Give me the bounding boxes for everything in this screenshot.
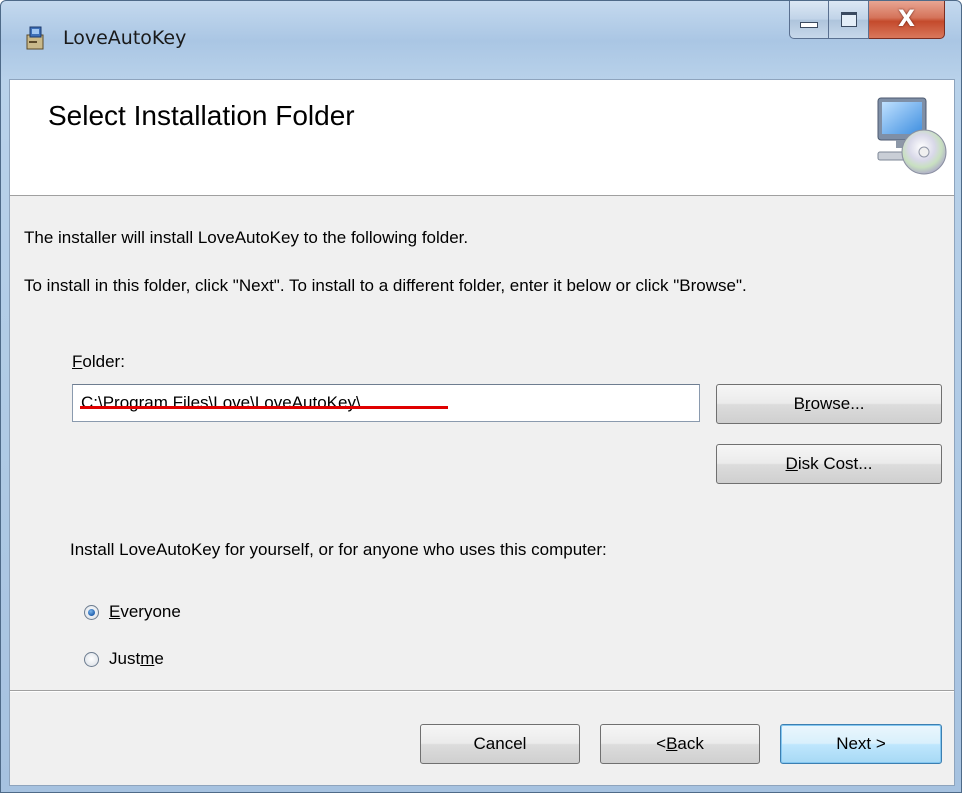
computer-cd-icon xyxy=(877,97,947,175)
radio-just-me-indicator[interactable] xyxy=(84,651,99,667)
redaction-strike xyxy=(80,406,448,409)
radio-just-me-accel: m xyxy=(140,649,155,668)
caption-buttons: X xyxy=(789,1,945,41)
dialog-client-area: Select Installation Folder The installer… xyxy=(9,79,955,786)
disk-cost-button[interactable]: Disk Cost... xyxy=(716,444,942,484)
footer-separator xyxy=(10,690,954,692)
folder-label-rest: older: xyxy=(82,352,125,371)
radio-everyone-indicator[interactable] xyxy=(84,604,99,620)
browse-label-post: owse... xyxy=(810,394,865,413)
installer-app-icon xyxy=(26,26,44,50)
back-label-post: ack xyxy=(677,734,704,753)
folder-label-accel: F xyxy=(72,352,83,371)
radio-everyone-label: veryone xyxy=(120,602,181,621)
installer-window: LoveAutoKey X Select Installation Folder xyxy=(0,0,962,793)
wizard-header: Select Installation Folder xyxy=(10,80,954,196)
browse-label-pre: B xyxy=(793,394,805,413)
browse-button[interactable]: Br owse... xyxy=(716,384,942,424)
folder-label: Folder: xyxy=(72,352,125,372)
radio-selected-dot xyxy=(88,608,95,616)
back-label-accel: B xyxy=(666,734,678,753)
maximize-button[interactable] xyxy=(829,1,869,39)
instructions-text: To install in this folder, click "Next".… xyxy=(24,276,747,295)
intro-text: The installer will install LoveAutoKey t… xyxy=(24,228,469,247)
radio-just-me-pre: Just xyxy=(109,649,141,668)
maximize-icon xyxy=(840,12,857,27)
minimize-icon xyxy=(800,21,818,28)
minimize-button[interactable] xyxy=(789,1,829,39)
title-bar[interactable]: LoveAutoKey X xyxy=(1,1,961,81)
close-button[interactable]: X xyxy=(869,1,945,39)
back-button[interactable]: < Back xyxy=(600,724,760,764)
radio-just-me[interactable]: Just me xyxy=(84,649,164,669)
window-title: LoveAutoKey xyxy=(63,27,187,49)
disk-cost-label-accel: D xyxy=(785,454,798,473)
radio-everyone-accel: E xyxy=(109,602,121,621)
close-icon: X xyxy=(898,7,915,32)
folder-path-input[interactable] xyxy=(72,384,700,422)
page-title: Select Installation Folder xyxy=(48,100,355,131)
cancel-button[interactable]: Cancel xyxy=(420,724,580,764)
radio-everyone[interactable]: Everyone xyxy=(84,602,181,622)
install-for-text: Install LoveAutoKey for yourself, or for… xyxy=(70,540,607,559)
radio-just-me-post: e xyxy=(154,649,164,668)
disk-cost-label-post: isk Cost... xyxy=(797,454,873,473)
next-button[interactable]: Next > xyxy=(780,724,942,764)
back-label-pre: < xyxy=(656,734,667,753)
